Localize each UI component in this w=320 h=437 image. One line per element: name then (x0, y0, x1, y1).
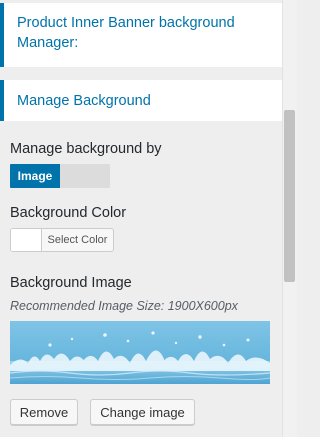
scrollbar-thumb[interactable] (284, 110, 295, 282)
section-title: Manage Background (17, 93, 151, 109)
background-color-label: Background Color (10, 205, 127, 221)
background-type-toggle[interactable]: Image (10, 164, 110, 188)
background-image-label: Background Image (10, 275, 132, 291)
section-manage-background[interactable]: Manage Background (0, 80, 282, 121)
section-product-banner-manager[interactable]: Product Inner Banner background Manager: (0, 3, 282, 67)
color-picker-button[interactable]: Select Color (10, 228, 114, 252)
remove-image-button[interactable]: Remove (10, 399, 78, 425)
change-image-button[interactable]: Change image (90, 399, 195, 425)
manage-background-by-label: Manage background by (10, 141, 162, 157)
toggle-option-image[interactable]: Image (10, 164, 60, 188)
recommended-size-hint: Recommended Image Size: 1900X600px (10, 299, 238, 313)
background-image-preview (10, 321, 270, 384)
section-title: Product Inner Banner background Manager: (17, 15, 235, 51)
color-swatch (11, 229, 42, 251)
select-color-label: Select Color (47, 234, 108, 246)
customizer-panel: Product Inner Banner background Manager:… (0, 0, 282, 437)
